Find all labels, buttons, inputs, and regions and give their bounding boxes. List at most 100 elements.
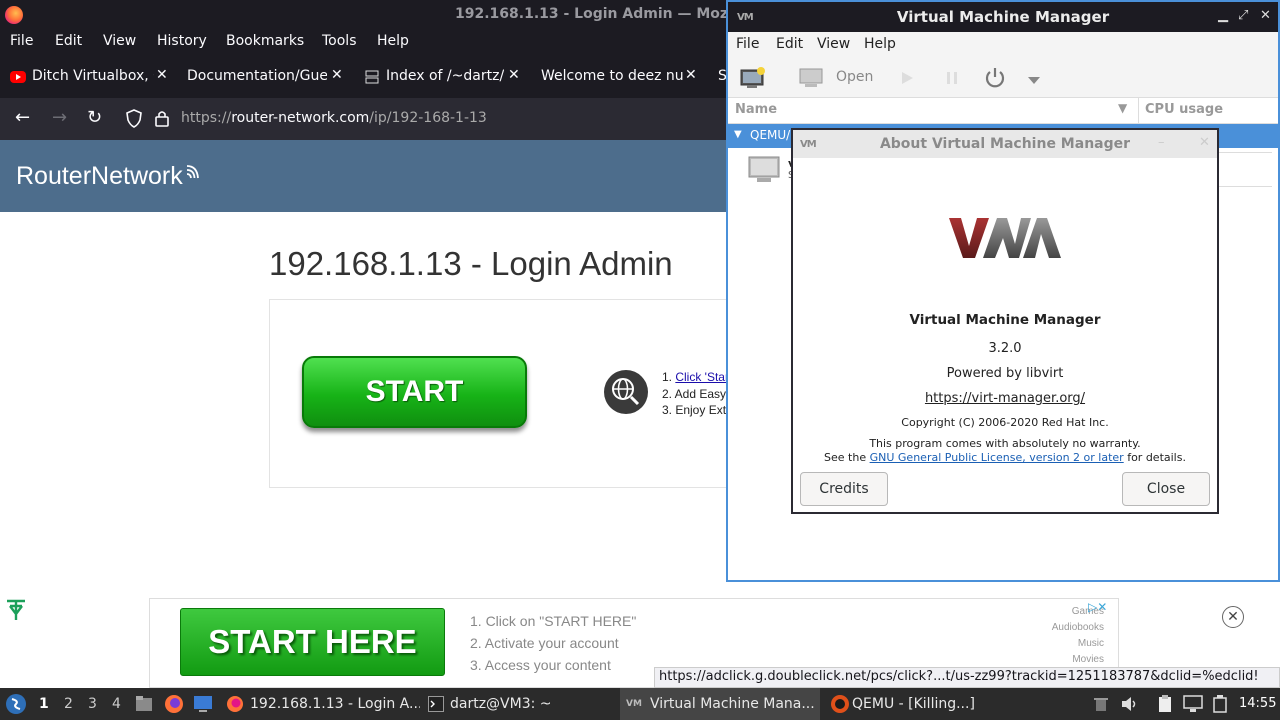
tab-ditch-virtualbox[interactable]: Ditch Virtualbox, QEMU ✕ bbox=[10, 58, 170, 98]
about-titlebar: VM About Virtual Machine Manager – ✕ bbox=[793, 130, 1217, 158]
menu-history[interactable]: History bbox=[157, 33, 207, 49]
vm-list-header: Name ▼ CPU usage bbox=[728, 98, 1278, 124]
logo-part2: Network bbox=[91, 162, 183, 190]
step-1-link[interactable]: Click 'Start' bbox=[675, 370, 726, 384]
power-icon[interactable] bbox=[983, 66, 1007, 94]
menu-bookmarks[interactable]: Bookmarks bbox=[226, 33, 304, 49]
cpu-usage-graph bbox=[1216, 152, 1272, 187]
file-manager-icon[interactable] bbox=[135, 695, 153, 717]
close-tab-icon[interactable]: ✕ bbox=[156, 67, 168, 83]
volume-icon[interactable] bbox=[1120, 695, 1138, 717]
vmm-logo-icon bbox=[949, 216, 1061, 264]
desktop-icon[interactable] bbox=[193, 695, 213, 717]
clock[interactable]: 14:55 bbox=[1239, 696, 1276, 711]
close-icon[interactable]: ✕ bbox=[1260, 8, 1271, 23]
column-name[interactable]: Name bbox=[735, 102, 777, 117]
close-tab-icon[interactable]: ✕ bbox=[331, 67, 343, 83]
column-dropdown-icon[interactable]: ▼ bbox=[1118, 101, 1127, 115]
license-link[interactable]: GNU General Public License, version 2 or… bbox=[870, 451, 1124, 464]
workspace-2[interactable]: 2 bbox=[64, 696, 73, 712]
taskbar-item-qemu[interactable]: QEMU - [Killing...] bbox=[826, 688, 1016, 720]
vmm-menu-file[interactable]: File bbox=[736, 36, 759, 52]
status-url-tooltip: https://adclick.g.doubleclick.net/pcs/cl… bbox=[654, 667, 1280, 688]
step-3: 3. Enjoy Ext bbox=[662, 403, 726, 417]
tab-documentation[interactable]: Documentation/Guest ✕ bbox=[187, 58, 345, 98]
steps-list: 1. Click 'Start' 2. Add Easy 3. Enjoy Ex… bbox=[662, 369, 726, 419]
network-icon[interactable] bbox=[1183, 695, 1203, 717]
menu-view[interactable]: View bbox=[103, 33, 136, 49]
ad-close-button[interactable]: ✕ bbox=[1222, 606, 1244, 628]
about-website-link[interactable]: https://virt-manager.org/ bbox=[793, 391, 1217, 406]
ad-network-logo-icon[interactable] bbox=[5, 598, 27, 628]
vmm-toolbar: Open bbox=[728, 58, 1278, 98]
menu-help[interactable]: Help bbox=[377, 33, 409, 49]
tab-welcome[interactable]: Welcome to deez nuts ✕ bbox=[541, 58, 699, 98]
site-logo[interactable]: RouterNetwork bbox=[16, 162, 201, 191]
step-1-prefix: 1. bbox=[662, 370, 676, 384]
tab-index-of[interactable]: Index of /~dartz/uploads ✕ bbox=[365, 58, 520, 98]
column-cpu-usage[interactable]: CPU usage bbox=[1145, 102, 1223, 117]
new-vm-icon[interactable] bbox=[740, 66, 766, 94]
taskbar-item-label: Virtual Machine Mana... bbox=[650, 696, 815, 712]
close-tab-icon[interactable]: ✕ bbox=[685, 67, 697, 83]
run-icon[interactable] bbox=[900, 71, 914, 89]
ad-step: 2. Activate your account bbox=[470, 635, 619, 651]
vmm-menu-view[interactable]: View bbox=[817, 36, 850, 52]
monitor-icon[interactable] bbox=[799, 68, 823, 92]
tab-label: Documentation/Guest bbox=[187, 68, 327, 84]
shield-icon[interactable] bbox=[125, 108, 143, 133]
back-icon[interactable]: ← bbox=[15, 107, 30, 128]
step-2: 2. Add Easy bbox=[662, 386, 726, 401]
firefox-launcher-icon[interactable] bbox=[164, 694, 184, 718]
globe-search-icon bbox=[604, 370, 648, 414]
url-prefix: https:// bbox=[181, 110, 232, 126]
forward-icon[interactable]: → bbox=[52, 107, 67, 128]
open-button[interactable]: Open bbox=[836, 69, 873, 85]
about-title: About Virtual Machine Manager bbox=[879, 136, 1131, 152]
vmm-menu-help[interactable]: Help bbox=[864, 36, 896, 52]
qemu-icon bbox=[830, 694, 850, 718]
ad-steps: 1. Click on "START HERE" 2. Activate you… bbox=[470, 610, 636, 676]
start-menu-icon[interactable] bbox=[5, 693, 27, 719]
workspace-1[interactable]: 1 bbox=[39, 696, 49, 712]
maximize-icon[interactable]: ⤢ bbox=[1238, 8, 1248, 23]
about-powered-by: Powered by libvirt bbox=[946, 366, 1064, 381]
expand-arrow-icon[interactable]: ▼ bbox=[734, 129, 742, 140]
minimize-icon[interactable]: ▁ bbox=[1218, 8, 1228, 23]
about-version: 3.2.0 bbox=[988, 341, 1022, 356]
menu-file[interactable]: File bbox=[10, 33, 33, 49]
lock-icon[interactable] bbox=[154, 108, 170, 133]
workspace-3[interactable]: 3 bbox=[88, 696, 97, 712]
close-icon[interactable]: ✕ bbox=[1199, 135, 1210, 150]
trash-icon[interactable] bbox=[1093, 696, 1109, 716]
reload-icon[interactable]: ↻ bbox=[87, 107, 102, 128]
taskbar-item-label: 192.168.1.13 - Login A... bbox=[250, 696, 420, 712]
ad-start-here-button[interactable]: START HERE bbox=[180, 608, 445, 676]
battery-icon[interactable] bbox=[1212, 695, 1228, 717]
clipboard-icon[interactable] bbox=[1157, 695, 1173, 717]
taskbar-item-firefox[interactable]: 192.168.1.13 - Login A... bbox=[222, 688, 420, 720]
about-app-name: Virtual Machine Manager bbox=[909, 312, 1101, 328]
vmm-menu-edit[interactable]: Edit bbox=[776, 36, 803, 52]
adchoices-icon[interactable]: ▷✕ bbox=[1088, 600, 1107, 614]
close-button[interactable]: Close bbox=[1122, 472, 1210, 506]
credits-button[interactable]: Credits bbox=[800, 472, 888, 506]
url-bar[interactable]: https://router-network.com/ip/192-168-1-… bbox=[181, 110, 487, 126]
license-suffix: for details. bbox=[1123, 451, 1186, 464]
close-tab-icon[interactable]: ✕ bbox=[508, 67, 520, 83]
taskbar-item-terminal[interactable]: dartz@VM3: ~ bbox=[422, 688, 617, 720]
about-warranty: This program comes with absolutely no wa… bbox=[869, 437, 1141, 450]
ad-category: Music bbox=[1077, 638, 1104, 649]
ad-category: Movies bbox=[1072, 654, 1104, 665]
chevron-down-icon[interactable] bbox=[1028, 73, 1040, 89]
pause-icon[interactable] bbox=[945, 71, 959, 89]
minimize-icon[interactable]: – bbox=[1158, 135, 1165, 150]
start-button[interactable]: START bbox=[302, 356, 527, 428]
menu-tools[interactable]: Tools bbox=[322, 33, 357, 49]
taskbar-item-vmm[interactable]: VM Virtual Machine Mana... bbox=[620, 688, 820, 720]
tab-label: Ditch Virtualbox, QEMU bbox=[32, 68, 154, 84]
firefox-icon bbox=[226, 695, 244, 717]
menu-edit[interactable]: Edit bbox=[55, 33, 82, 49]
workspace-4[interactable]: 4 bbox=[112, 696, 121, 712]
taskbar-item-label: dartz@VM3: ~ bbox=[450, 696, 552, 712]
